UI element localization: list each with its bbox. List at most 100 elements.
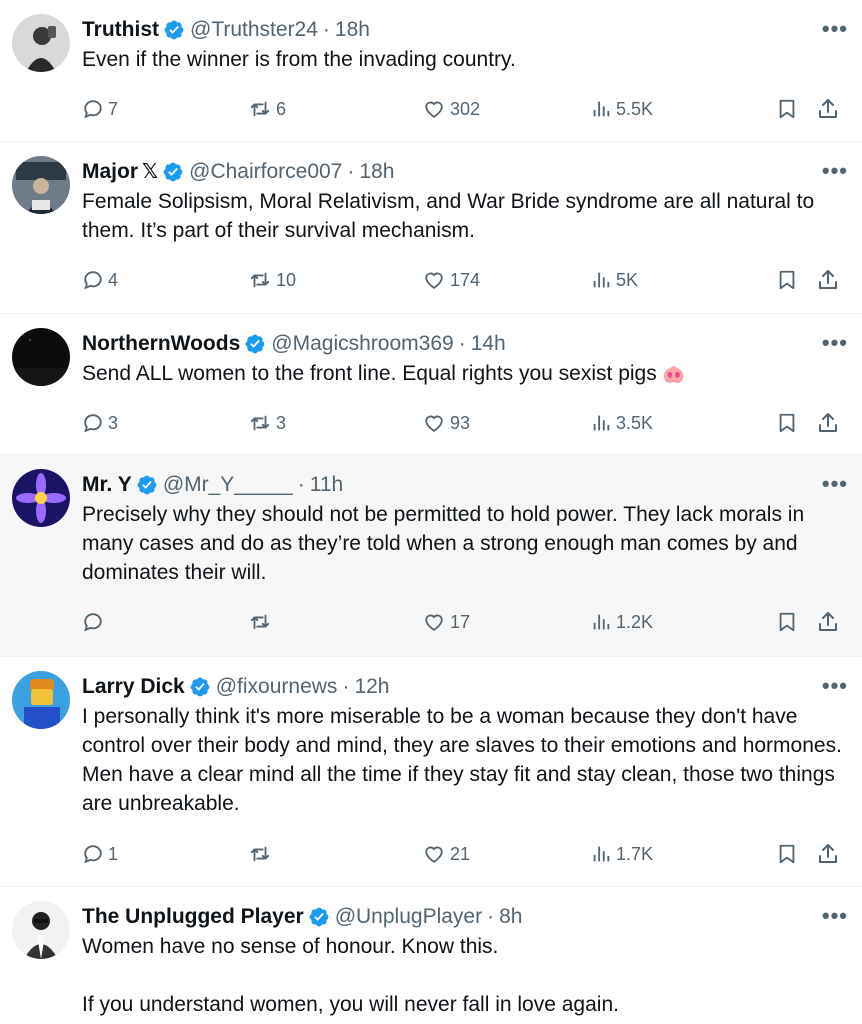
display-name[interactable]: Larry Dick	[82, 672, 185, 702]
retweet-button[interactable]: 10	[248, 265, 296, 295]
tweet[interactable]: Truthist @Truthster24 · 18h Even if the …	[0, 0, 862, 142]
more-options-icon[interactable]: •••	[822, 330, 848, 356]
display-name[interactable]: Mr. Y	[82, 470, 132, 500]
timestamp[interactable]: 18h	[335, 15, 370, 45]
reply-count: 3	[108, 412, 119, 433]
retweet-button[interactable]: 6	[248, 94, 286, 124]
reply-icon	[84, 100, 102, 119]
more-options-icon[interactable]: •••	[822, 471, 848, 497]
share-button[interactable]	[816, 607, 840, 637]
views-button[interactable]: 5K	[590, 265, 638, 295]
avatar[interactable]	[12, 156, 70, 214]
timestamp[interactable]: 8h	[499, 902, 522, 932]
reply-button[interactable]: 1	[82, 839, 118, 869]
retweet-button[interactable]	[248, 839, 276, 869]
handle[interactable]: @Mr_Y_____	[163, 470, 293, 500]
handle[interactable]: @UnplugPlayer	[335, 902, 482, 932]
tweet-text: Women have no sense of honour. Know this…	[82, 935, 619, 1016]
heart-icon	[425, 415, 443, 432]
separator-dot: ·	[297, 473, 305, 496]
bookmark-icon	[779, 413, 795, 433]
more-options-icon[interactable]: •••	[822, 158, 848, 184]
action-bar: 1 21 1.7K	[82, 839, 840, 869]
tweet-text: Even if the winner is from the invading …	[82, 48, 516, 71]
retweet-icon	[250, 101, 270, 117]
bookmark-button[interactable]	[776, 839, 798, 869]
views-icon	[593, 614, 610, 630]
tweet-text: Female Solipsism, Moral Relativism, and …	[82, 190, 820, 242]
display-name[interactable]: The Unplugged Player	[82, 902, 304, 932]
like-button[interactable]: 17	[422, 607, 470, 637]
avatar[interactable]	[12, 328, 70, 386]
reply-button[interactable]: 3	[82, 408, 118, 438]
tweet[interactable]: Mr. Y @Mr_Y_____ · 11h Precisely why the…	[0, 455, 862, 657]
handle[interactable]: @Magicshroom369	[271, 329, 453, 359]
reply-icon	[84, 613, 102, 632]
share-button[interactable]	[816, 408, 840, 438]
retweet-button[interactable]: 3	[248, 408, 286, 438]
avatar[interactable]	[12, 14, 70, 72]
timestamp[interactable]: 14h	[471, 329, 506, 359]
more-options-icon[interactable]: •••	[822, 16, 848, 42]
reply-icon	[84, 271, 102, 290]
view-count: 3.5K	[616, 412, 654, 433]
tweet[interactable]: The Unplugged Player @UnplugPlayer · 8h …	[0, 887, 862, 1024]
display-name[interactable]: Major	[82, 157, 138, 187]
bookmark-button[interactable]	[776, 94, 798, 124]
separator-dot: ·	[458, 332, 466, 355]
tweet[interactable]: NorthernWoods @Magicshroom369 · 14h Send…	[0, 314, 862, 455]
reply-icon	[84, 414, 102, 433]
heart-icon	[425, 846, 443, 863]
views-icon	[593, 846, 610, 862]
bookmark-button[interactable]	[776, 265, 798, 295]
handle[interactable]: @Chairforce007	[189, 157, 342, 187]
more-options-icon[interactable]: •••	[822, 673, 848, 699]
bookmark-icon	[779, 844, 795, 864]
display-name[interactable]: Truthist	[82, 15, 159, 45]
bookmark-icon	[779, 99, 795, 119]
handle[interactable]: @fixournews	[216, 672, 338, 702]
verified-badge-icon	[189, 676, 211, 698]
pig-nose-emoji: 🐽	[662, 364, 685, 384]
action-bar: 3 3 93 3.5K	[82, 408, 840, 438]
like-count: 302	[450, 98, 481, 119]
timestamp[interactable]: 18h	[359, 157, 394, 187]
display-name[interactable]: NorthernWoods	[82, 329, 240, 359]
tweet[interactable]: Major 𝕏 @Chairforce007 · 18h Female Soli…	[0, 142, 862, 314]
reply-button[interactable]: 4	[82, 265, 118, 295]
views-button[interactable]: 1.2K	[590, 607, 653, 637]
avatar[interactable]	[12, 671, 70, 729]
avatar[interactable]	[12, 469, 70, 527]
like-button[interactable]: 93	[422, 408, 470, 438]
views-button[interactable]: 1.7K	[590, 839, 653, 869]
retweet-count: 10	[276, 269, 297, 290]
like-button[interactable]: 174	[422, 265, 480, 295]
reply-button[interactable]: 7	[82, 94, 118, 124]
verified-badge-icon	[244, 333, 266, 355]
retweet-button[interactable]	[248, 607, 276, 637]
share-button[interactable]	[816, 265, 840, 295]
reply-button[interactable]	[82, 607, 108, 637]
views-button[interactable]: 3.5K	[590, 408, 653, 438]
share-icon	[819, 413, 837, 432]
bookmark-button[interactable]	[776, 408, 798, 438]
like-button[interactable]: 21	[422, 839, 470, 869]
timestamp[interactable]: 11h	[310, 470, 343, 500]
separator-dot: ·	[322, 18, 330, 41]
more-options-icon[interactable]: •••	[822, 903, 848, 929]
bookmark-icon	[779, 270, 795, 290]
timestamp[interactable]: 12h	[354, 672, 389, 702]
views-button[interactable]: 5.5K	[590, 94, 653, 124]
verified-badge-icon	[162, 161, 184, 183]
tweet[interactable]: Larry Dick @fixournews · 12h I personall…	[0, 657, 862, 887]
like-button[interactable]: 302	[422, 94, 480, 124]
x-affiliate-icon: 𝕏	[142, 161, 159, 183]
heart-icon	[425, 614, 443, 631]
views-icon	[593, 101, 610, 117]
avatar[interactable]	[12, 901, 70, 959]
share-button[interactable]	[816, 94, 840, 124]
bookmark-button[interactable]	[776, 607, 798, 637]
handle[interactable]: @Truthster24	[190, 15, 318, 45]
reply-count: 4	[108, 269, 119, 290]
share-button[interactable]	[816, 839, 840, 869]
